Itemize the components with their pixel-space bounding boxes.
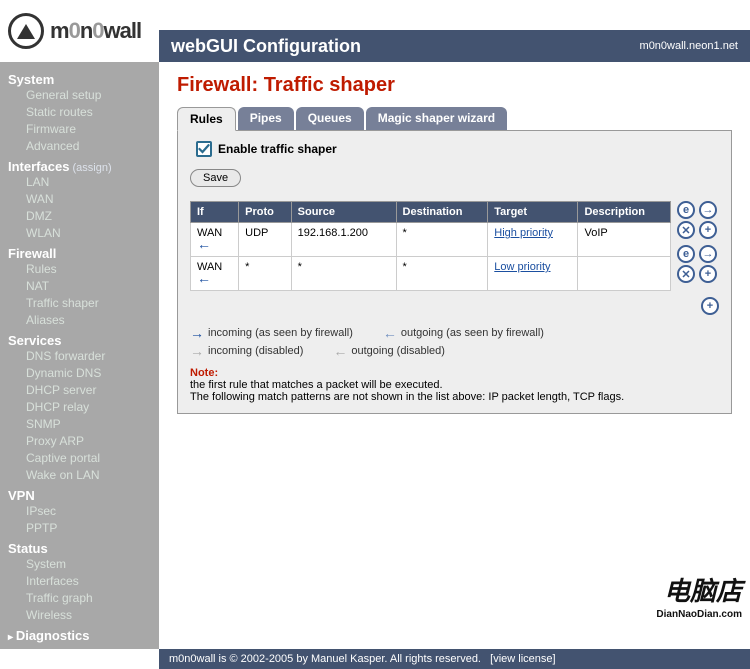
col-header: Destination: [396, 202, 488, 223]
header: webGUI Configuration m0n0wall.neon1.net: [159, 30, 750, 62]
nav-heading: System: [8, 72, 159, 87]
sidebar-item-diagnostics[interactable]: Diagnostics: [8, 628, 159, 643]
add-rule-button[interactable]: +: [699, 221, 717, 239]
add-rule-button[interactable]: +: [699, 265, 717, 283]
edit-rule-button[interactable]: e: [677, 245, 695, 263]
col-header: If: [191, 202, 239, 223]
logo: m0n0wall: [0, 0, 159, 62]
hostname: m0n0wall.neon1.net: [640, 40, 738, 52]
rules-table: IfProtoSourceDestinationTargetDescriptio…: [190, 201, 671, 291]
sidebar-item[interactable]: General setup: [8, 87, 159, 104]
sidebar-item[interactable]: Proxy ARP: [8, 433, 159, 450]
sidebar-item[interactable]: System: [8, 556, 159, 573]
sidebar-item[interactable]: Aliases: [8, 312, 159, 329]
delete-rule-button[interactable]: ✕: [677, 221, 695, 239]
sidebar-item[interactable]: LAN: [8, 174, 159, 191]
sidebar-item[interactable]: DHCP server: [8, 382, 159, 399]
sidebar-item[interactable]: Advanced: [8, 138, 159, 155]
page-title: Firewall: Traffic shaper: [177, 74, 732, 97]
watermark-sub: DianNaoDian.com: [656, 609, 742, 620]
main-content: Firewall: Traffic shaper RulesPipesQueue…: [159, 62, 750, 649]
sidebar-item[interactable]: Traffic graph: [8, 590, 159, 607]
col-header: Source: [291, 202, 396, 223]
direction-icon: ←: [197, 236, 211, 252]
sidebar-item[interactable]: Dynamic DNS: [8, 365, 159, 382]
tab-pipes[interactable]: Pipes: [238, 107, 294, 130]
logo-icon: [8, 13, 44, 49]
arrow-in-icon: →: [190, 325, 204, 341]
tab-panel-rules: Enable traffic shaper Save IfProtoSource…: [177, 131, 732, 414]
delete-rule-button[interactable]: ✕: [677, 265, 695, 283]
sidebar-item[interactable]: SNMP: [8, 416, 159, 433]
move-rule-button[interactable]: →: [699, 245, 717, 263]
col-header: Description: [578, 202, 671, 223]
edit-rule-button[interactable]: e: [677, 201, 695, 219]
sidebar-item[interactable]: WLAN: [8, 225, 159, 242]
target-link[interactable]: High priority: [494, 227, 553, 239]
sidebar-item[interactable]: Firmware: [8, 121, 159, 138]
tab-rules[interactable]: Rules: [177, 107, 236, 131]
sidebar-item[interactable]: DMZ: [8, 208, 159, 225]
sidebar-item[interactable]: Captive portal: [8, 450, 159, 467]
tab-magic-shaper-wizard[interactable]: Magic shaper wizard: [366, 107, 507, 130]
legend: →incoming (as seen by firewall) ←outgoin…: [190, 325, 719, 359]
save-button[interactable]: Save: [190, 169, 241, 187]
sidebar-item[interactable]: WAN: [8, 191, 159, 208]
arrow-in-disabled-icon: →: [190, 343, 204, 359]
sidebar-item[interactable]: IPsec: [8, 503, 159, 520]
sidebar-item[interactable]: DHCP relay: [8, 399, 159, 416]
nav-heading: Firewall: [8, 246, 159, 261]
sidebar-item[interactable]: NAT: [8, 278, 159, 295]
sidebar-item[interactable]: Rules: [8, 261, 159, 278]
add-rule-button[interactable]: +: [701, 297, 719, 315]
col-header: Proto: [239, 202, 292, 223]
col-header: Target: [488, 202, 578, 223]
sidebar-item[interactable]: Wake on LAN: [8, 467, 159, 484]
sidebar-item[interactable]: DNS forwarder: [8, 348, 159, 365]
sidebar-item[interactable]: Static routes: [8, 104, 159, 121]
enable-shaper-label: Enable traffic shaper: [218, 142, 337, 156]
sidebar-item[interactable]: Interfaces: [8, 573, 159, 590]
brand-name: m0n0wall: [50, 18, 141, 44]
table-row: WAN←UDP192.168.1.200*High priorityVoIP: [191, 223, 671, 257]
target-link[interactable]: Low priority: [494, 261, 550, 273]
tab-queues[interactable]: Queues: [296, 107, 364, 130]
note: Note: the first rule that matches a pack…: [190, 367, 719, 403]
footer: m0n0wall is © 2002-2005 by Manuel Kasper…: [159, 649, 750, 669]
direction-icon: ←: [197, 270, 211, 286]
nav-heading: Status: [8, 541, 159, 556]
move-rule-button[interactable]: →: [699, 201, 717, 219]
header-title: webGUI Configuration: [171, 36, 361, 57]
view-license-link[interactable]: [view license]: [490, 653, 555, 665]
nav-heading: VPN: [8, 488, 159, 503]
assign-link[interactable]: (assign): [69, 162, 111, 174]
table-row: WAN←***Low priority: [191, 257, 671, 291]
sidebar-item[interactable]: Wireless: [8, 607, 159, 624]
sidebar: SystemGeneral setupStatic routesFirmware…: [0, 62, 159, 649]
sidebar-item[interactable]: Traffic shaper: [8, 295, 159, 312]
sidebar-item[interactable]: PPTP: [8, 520, 159, 537]
nav-heading: Services: [8, 333, 159, 348]
enable-shaper-checkbox[interactable]: [196, 141, 212, 157]
nav-heading: Interfaces (assign): [8, 159, 159, 174]
arrow-out-disabled-icon: ←: [333, 343, 347, 359]
tabs: RulesPipesQueuesMagic shaper wizard: [177, 107, 732, 131]
arrow-out-icon: ←: [383, 325, 397, 341]
